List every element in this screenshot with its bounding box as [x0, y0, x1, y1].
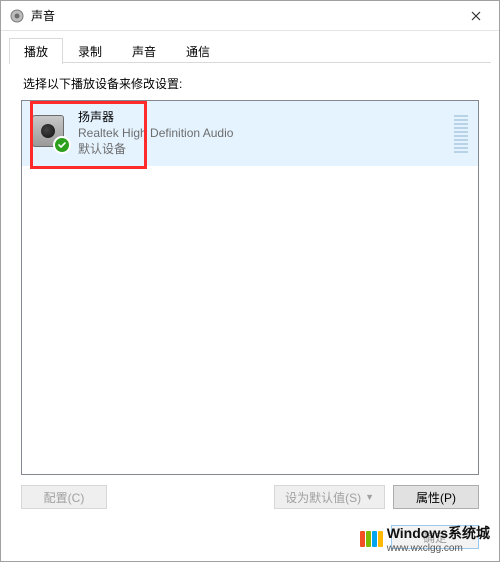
- set-default-button[interactable]: 设为默认值(S) ▼: [274, 485, 385, 509]
- window-title: 声音: [31, 7, 453, 24]
- tab-recording[interactable]: 录制: [63, 38, 117, 64]
- default-check-icon: [53, 136, 71, 154]
- button-label: 设为默认值(S): [285, 489, 361, 506]
- windows-flag-icon: [360, 531, 383, 547]
- configure-button[interactable]: 配置(C): [21, 485, 107, 509]
- tab-label: 声音: [132, 45, 156, 59]
- device-driver: Realtek High Definition Audio: [78, 125, 233, 141]
- tab-underline: [9, 62, 491, 63]
- chevron-down-icon: ▼: [365, 492, 374, 502]
- device-row[interactable]: 扬声器 Realtek High Definition Audio 默认设备: [22, 101, 478, 166]
- tab-sounds[interactable]: 声音: [117, 38, 171, 64]
- device-name: 扬声器: [78, 109, 233, 125]
- watermark-sub: www.wxclgg.com: [387, 543, 490, 554]
- button-label: 配置(C): [44, 489, 85, 506]
- device-icon-wrap: [32, 115, 68, 151]
- watermark-main: Windows系统城: [387, 525, 490, 541]
- device-status: 默认设备: [78, 141, 233, 157]
- device-action-row: 配置(C) 设为默认值(S) ▼ 属性(P): [21, 475, 479, 509]
- spacer: [115, 485, 266, 509]
- tab-label: 通信: [186, 45, 210, 59]
- tab-label: 录制: [78, 45, 102, 59]
- vu-meter: [454, 111, 468, 155]
- playback-device-list[interactable]: 扬声器 Realtek High Definition Audio 默认设备: [21, 100, 479, 475]
- watermark: Windows系统城 www.wxclgg.com: [356, 521, 494, 556]
- sound-dialog: 声音 播放 录制 声音 通信 选择以下播放设备来修改设置: 扬声器 Real: [0, 0, 500, 562]
- tab-content: 选择以下播放设备来修改设置: 扬声器 Realtek High Definiti…: [1, 63, 499, 515]
- tab-label: 播放: [24, 45, 48, 59]
- button-label: 属性(P): [416, 489, 456, 506]
- instruction-text: 选择以下播放设备来修改设置:: [23, 75, 479, 92]
- close-button[interactable]: [453, 1, 499, 31]
- watermark-text: Windows系统城 www.wxclgg.com: [387, 523, 490, 554]
- properties-button[interactable]: 属性(P): [393, 485, 479, 509]
- tab-communications[interactable]: 通信: [171, 38, 225, 64]
- app-icon: [9, 8, 25, 24]
- tab-strip: 播放 录制 声音 通信: [1, 31, 499, 63]
- tab-playback[interactable]: 播放: [9, 38, 63, 64]
- device-text: 扬声器 Realtek High Definition Audio 默认设备: [78, 109, 233, 158]
- titlebar: 声音: [1, 1, 499, 31]
